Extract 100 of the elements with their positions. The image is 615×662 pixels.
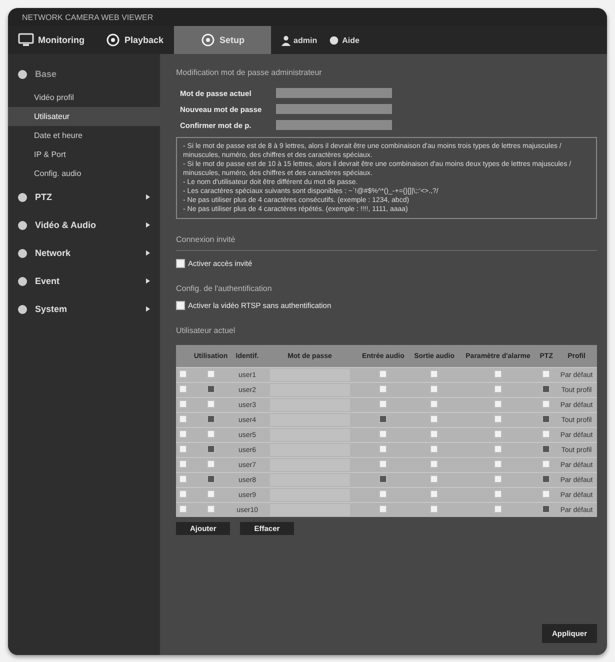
checkbox[interactable] (206, 370, 215, 378)
password-field[interactable] (276, 120, 392, 130)
checkbox[interactable] (542, 445, 550, 453)
checkbox[interactable] (430, 370, 438, 378)
row-checkbox[interactable] (178, 415, 187, 423)
password-field[interactable] (276, 104, 392, 114)
checkbox[interactable] (430, 460, 438, 468)
checkbox[interactable] (430, 400, 438, 408)
row-checkbox[interactable] (178, 370, 187, 378)
row-checkbox[interactable] (178, 505, 187, 513)
checkbox[interactable] (542, 505, 550, 513)
ring-icon (200, 33, 216, 47)
checkbox[interactable] (494, 490, 502, 498)
row-checkbox[interactable] (178, 400, 187, 408)
checkbox[interactable] (379, 490, 388, 498)
checkbox[interactable] (176, 301, 185, 310)
sidebar-subitem[interactable]: IP & Port (8, 145, 160, 164)
checkbox[interactable] (379, 460, 388, 468)
checkbox[interactable] (206, 445, 215, 453)
checkbox[interactable] (542, 370, 550, 378)
caret-icon (146, 222, 150, 228)
caret-icon (146, 250, 150, 256)
checkbox[interactable] (206, 430, 215, 438)
checkbox[interactable] (542, 400, 550, 408)
section-title: Config. de l'authentification (176, 284, 273, 293)
monitor-icon (18, 33, 34, 47)
checkbox[interactable] (379, 445, 388, 453)
checkbox[interactable] (206, 415, 215, 423)
window-title: NETWORK CAMERA WEB VIEWER (22, 12, 154, 22)
checkbox[interactable] (494, 445, 502, 453)
checkbox[interactable] (542, 475, 550, 483)
sidebar-item[interactable]: PTZ (8, 183, 160, 211)
row-checkbox[interactable] (178, 430, 187, 438)
checkbox[interactable] (379, 505, 388, 513)
dot-icon (18, 304, 27, 314)
checkbox[interactable] (206, 385, 215, 393)
header-link[interactable]: Aide (329, 34, 360, 46)
checkbox[interactable] (542, 430, 550, 438)
checkbox[interactable] (206, 475, 215, 483)
sidebar-subitem[interactable]: Utilisateur (8, 107, 160, 126)
row-checkbox[interactable] (178, 460, 187, 468)
sidebar-subitem[interactable]: Date et heure (8, 126, 160, 145)
sidebar-item[interactable]: System (8, 295, 160, 323)
checkbox[interactable] (494, 475, 502, 483)
checkbox[interactable] (206, 505, 215, 513)
password-field[interactable] (270, 504, 350, 516)
checkbox[interactable] (430, 415, 438, 423)
checkbox[interactable] (206, 460, 215, 468)
nav-tab[interactable]: Playback (94, 26, 174, 54)
nav-tab[interactable]: Monitoring (8, 26, 94, 54)
dot-icon (18, 192, 27, 202)
checkbox[interactable] (494, 505, 502, 513)
checkbox[interactable] (430, 505, 438, 513)
nav-tab[interactable]: Setup (174, 26, 271, 54)
caret-icon (146, 194, 150, 200)
row-checkbox[interactable] (178, 385, 187, 393)
checkbox[interactable] (542, 490, 550, 498)
checkbox[interactable] (494, 430, 502, 438)
dot-icon (18, 248, 27, 258)
checkbox[interactable] (430, 385, 438, 393)
checkbox[interactable] (379, 475, 388, 483)
checkbox[interactable] (542, 460, 550, 468)
checkbox[interactable] (379, 370, 388, 378)
sidebar-item[interactable]: Vidéo & Audio (8, 211, 160, 239)
row-checkbox[interactable] (178, 475, 187, 483)
header-link[interactable]: admin (280, 34, 318, 46)
checkbox[interactable] (176, 259, 185, 268)
table-header-cell (176, 345, 190, 368)
sidebar-item[interactable]: Network (8, 239, 160, 267)
row-checkbox[interactable] (178, 445, 187, 453)
sidebar-subitem[interactable]: Vidéo profil (8, 88, 160, 107)
caret-icon (146, 278, 150, 284)
checkbox[interactable] (379, 415, 388, 423)
checkbox[interactable] (379, 430, 388, 438)
checkbox[interactable] (206, 490, 215, 498)
ring-icon (104, 33, 120, 47)
checkbox[interactable] (379, 400, 388, 408)
password-field[interactable] (276, 88, 392, 98)
checkbox[interactable] (379, 385, 388, 393)
checkbox[interactable] (206, 400, 215, 408)
section-title: Connexion invité (176, 235, 597, 251)
sidebar-item[interactable]: Base (8, 60, 160, 88)
checkbox[interactable] (494, 400, 502, 408)
checkbox[interactable] (430, 445, 438, 453)
sidebar-subitem[interactable]: Config. audio (8, 164, 160, 183)
dot-icon (329, 34, 340, 46)
caret-icon (146, 306, 150, 312)
checkbox[interactable] (542, 415, 550, 423)
checkbox[interactable] (430, 430, 438, 438)
checkbox[interactable] (542, 385, 550, 393)
checkbox[interactable] (494, 370, 502, 378)
row-checkbox[interactable] (178, 490, 187, 498)
section-title: Utilisateur actuel (176, 326, 236, 335)
checkbox[interactable] (430, 490, 438, 498)
checkbox[interactable] (494, 415, 502, 423)
checkbox[interactable] (494, 460, 502, 468)
checkbox[interactable] (430, 475, 438, 483)
sidebar-item[interactable]: Event (8, 267, 160, 295)
dot-icon (18, 70, 27, 78)
checkbox[interactable] (494, 385, 502, 393)
